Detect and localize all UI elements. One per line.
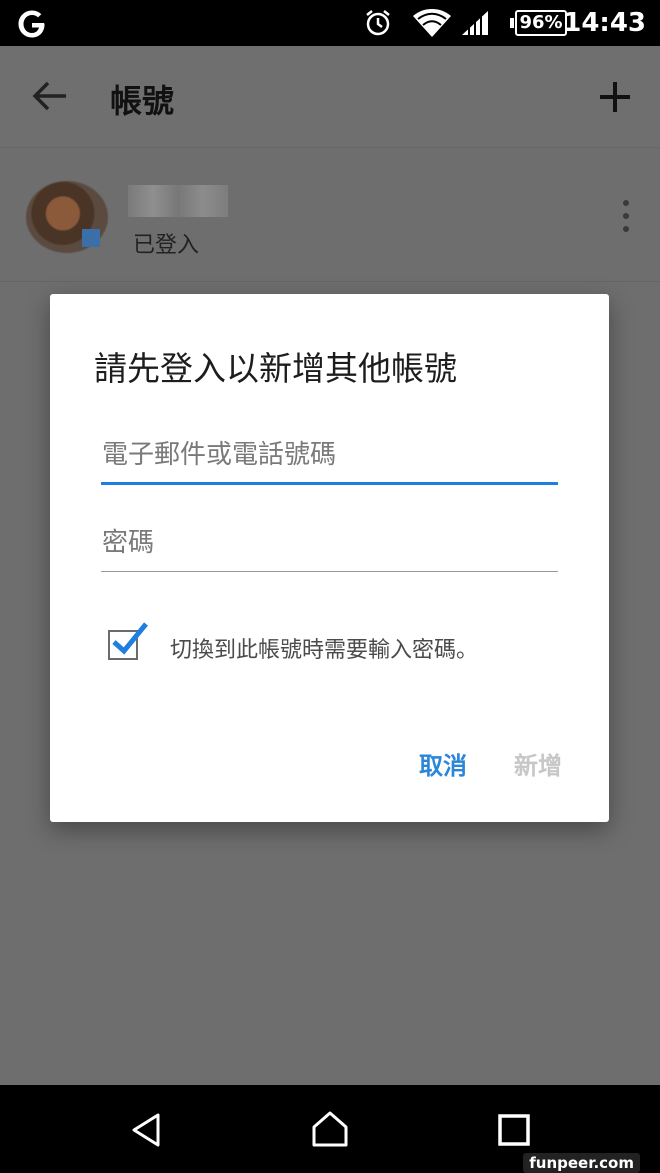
nav-recents-icon[interactable] bbox=[497, 1113, 531, 1147]
wifi-icon bbox=[413, 9, 451, 37]
cancel-button[interactable]: 取消 bbox=[419, 746, 467, 781]
navigation-bar: funpeer.com bbox=[0, 1085, 660, 1173]
nav-home-icon[interactable] bbox=[310, 1109, 350, 1149]
account-status: 已登入 bbox=[133, 233, 200, 258]
alarm-icon bbox=[366, 10, 390, 36]
email-field[interactable] bbox=[101, 427, 558, 485]
require-password-checkbox[interactable] bbox=[108, 622, 148, 660]
app-bar: 帳號 bbox=[0, 46, 660, 148]
plus-icon[interactable] bbox=[598, 80, 632, 114]
password-field[interactable] bbox=[101, 514, 558, 572]
more-vert-icon[interactable] bbox=[620, 199, 632, 233]
status-bar: 96% 14:43 bbox=[0, 0, 660, 46]
watermark: funpeer.com bbox=[523, 1153, 640, 1173]
battery-icon: 96% bbox=[510, 10, 567, 36]
account-name-redacted bbox=[128, 185, 228, 217]
account-list-item[interactable]: 已登入 bbox=[0, 149, 660, 282]
checkbox-label: 切換到此帳號時需要輸入密碼。 bbox=[170, 638, 479, 663]
google-icon bbox=[18, 10, 45, 38]
add-account-dialog: 請先登入以新增其他帳號 切換到此帳號時需要輸入密碼。 取消 新增 bbox=[50, 294, 609, 822]
checkmark-icon bbox=[112, 622, 148, 655]
add-button[interactable]: 新增 bbox=[514, 746, 562, 781]
back-arrow-icon[interactable] bbox=[32, 80, 68, 112]
account-badge-icon bbox=[82, 229, 100, 247]
nav-back-icon[interactable] bbox=[128, 1111, 166, 1149]
clock: 14:43 bbox=[563, 8, 646, 38]
page-title: 帳號 bbox=[110, 82, 175, 120]
dialog-title: 請先登入以新增其他帳號 bbox=[94, 349, 457, 388]
signal-icon bbox=[462, 11, 488, 35]
